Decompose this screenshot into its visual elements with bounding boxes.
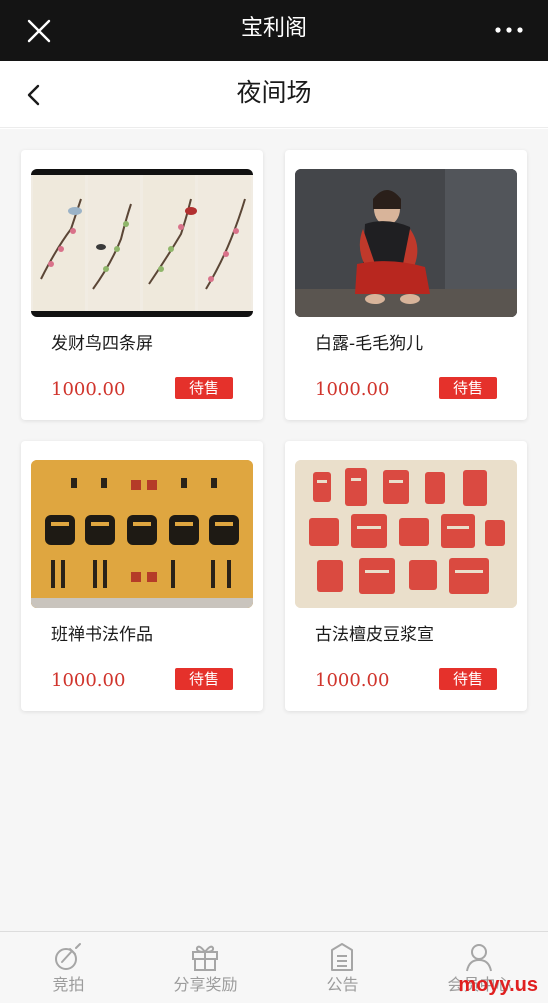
notice-icon <box>331 943 353 971</box>
product-grid: 发财鸟四条屏 1000.00 待售 白露-毛毛狗儿 1000.00 待售 班禅书… <box>0 129 548 931</box>
status-badge[interactable]: 待售 <box>175 377 233 399</box>
product-card[interactable]: 发财鸟四条屏 1000.00 待售 <box>21 150 263 420</box>
product-price: 1000.00 <box>315 670 390 691</box>
product-name: 班禅书法作品 <box>51 625 153 645</box>
tab-label: 公告 <box>326 975 359 994</box>
status-badge[interactable]: 待售 <box>439 377 497 399</box>
status-badge[interactable]: 待售 <box>439 668 497 690</box>
page-header: 夜间场 <box>0 61 548 128</box>
auction-icon <box>55 943 81 970</box>
member-icon <box>466 944 492 972</box>
tab-label: 分享奖励 <box>173 975 238 994</box>
page-title: 夜间场 <box>236 78 312 107</box>
tab-auction[interactable]: 竞拍 <box>0 932 137 1003</box>
watermark: moyy.us <box>458 974 538 996</box>
product-name: 古法檀皮豆浆宣 <box>315 625 434 645</box>
gift-icon <box>192 945 218 971</box>
tab-notice[interactable]: 公告 <box>274 932 411 1003</box>
more-options-icon[interactable] <box>494 20 524 40</box>
product-name: 白露-毛毛狗儿 <box>315 334 424 354</box>
tab-label: 竞拍 <box>52 975 85 994</box>
product-price: 1000.00 <box>51 670 126 691</box>
product-card[interactable]: 班禅书法作品 1000.00 待售 <box>21 441 263 711</box>
product-image[interactable] <box>295 460 517 608</box>
product-price: 1000.00 <box>51 379 126 400</box>
status-badge[interactable]: 待售 <box>175 668 233 690</box>
tab-share-reward[interactable]: 分享奖励 <box>137 932 274 1003</box>
product-name: 发财鸟四条屏 <box>51 334 153 354</box>
product-card[interactable]: 古法檀皮豆浆宣 1000.00 待售 <box>285 441 527 711</box>
product-image[interactable] <box>31 460 253 608</box>
product-image[interactable] <box>31 169 253 317</box>
window-title: 宝利阁 <box>240 16 307 41</box>
product-price: 1000.00 <box>315 379 390 400</box>
product-card[interactable]: 白露-毛毛狗儿 1000.00 待售 <box>285 150 527 420</box>
window-header: 宝利阁 <box>0 0 548 61</box>
product-image[interactable] <box>295 169 517 317</box>
